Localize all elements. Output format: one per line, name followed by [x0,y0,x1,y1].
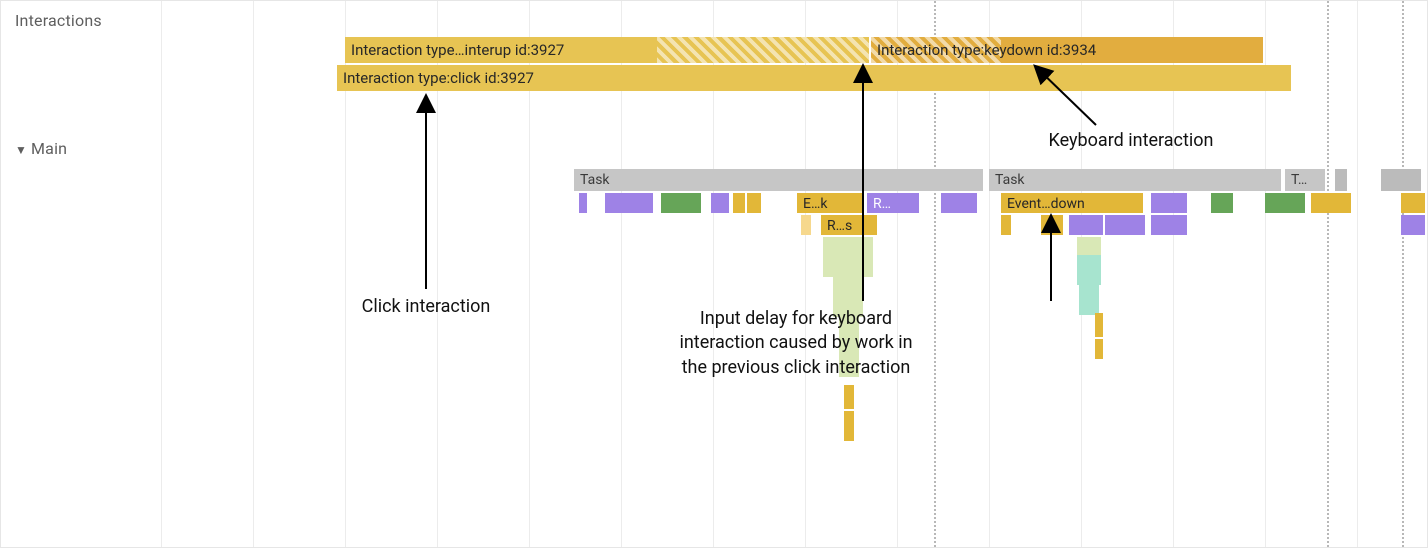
flame-slice[interactable] [1079,285,1099,315]
interaction-bar-pointerup-tail[interactable] [657,37,869,63]
track-label-interactions: Interactions [15,11,102,30]
flame-slice[interactable] [733,193,745,213]
time-marker-dotted [1327,1,1329,547]
flame-slice[interactable] [844,411,854,441]
flame-slice[interactable] [844,385,854,409]
flame-slice-ek[interactable]: E…k [797,193,862,213]
flame-slice[interactable] [711,193,729,213]
flame-slice[interactable] [1151,193,1187,213]
flame-slice[interactable] [1077,255,1101,285]
track-label-main: Main [31,139,67,158]
gridline [161,1,162,547]
task-bar[interactable]: T… [1285,169,1325,191]
task-bar[interactable]: Task [574,169,983,191]
interaction-bar-keydown-label: Interaction type:keydown id:3934 [877,37,1096,63]
flame-slice[interactable] [661,193,701,213]
interaction-bar-click[interactable]: Interaction type:click id:3927 [337,65,1291,91]
flame-slice[interactable] [823,237,873,277]
flame-slice[interactable] [1401,215,1425,235]
flame-slice[interactable] [1069,215,1103,235]
chevron-down-icon[interactable]: ▼ [15,143,27,157]
flame-slice[interactable] [1401,193,1425,213]
flame-slice[interactable] [1077,237,1101,255]
annotation-click-interaction: Click interaction [306,295,546,319]
task-bar[interactable]: Task [989,169,1281,191]
flame-slice[interactable] [1211,193,1233,213]
flame-slice[interactable] [1265,193,1305,213]
flame-slice[interactable] [1105,215,1145,235]
time-marker-dotted [1402,1,1404,547]
flame-slice[interactable] [1095,339,1103,359]
flame-slice[interactable] [1041,215,1063,235]
gridline [1357,1,1358,547]
interaction-bar-pointerup[interactable]: Interaction type…interup id:3927 [345,37,657,63]
flame-slice-rs[interactable]: R…s [821,215,877,235]
flame-slice[interactable] [941,193,977,213]
flame-slice-r[interactable]: R… [867,193,919,213]
flame-slice[interactable] [1001,215,1011,235]
flame-slice[interactable] [1311,193,1351,213]
flame-slice[interactable] [1095,313,1103,337]
flame-slice[interactable] [747,193,761,213]
performance-panel: Interactions ▼ Main Interaction type…int… [0,0,1428,548]
annotation-input-delay: Input delay for keyboard interaction cau… [631,307,961,380]
flame-slice[interactable] [605,193,653,213]
task-bar[interactable] [1381,169,1421,191]
flame-slice-eventdown[interactable]: Event…down [1001,193,1143,213]
task-bar[interactable] [1335,169,1347,191]
annotation-keyboard-interaction: Keyboard interaction [1001,129,1261,153]
flame-slice[interactable] [1151,215,1187,235]
flame-slice[interactable] [801,215,811,235]
flame-slice[interactable] [579,193,587,213]
gridline [253,1,254,547]
